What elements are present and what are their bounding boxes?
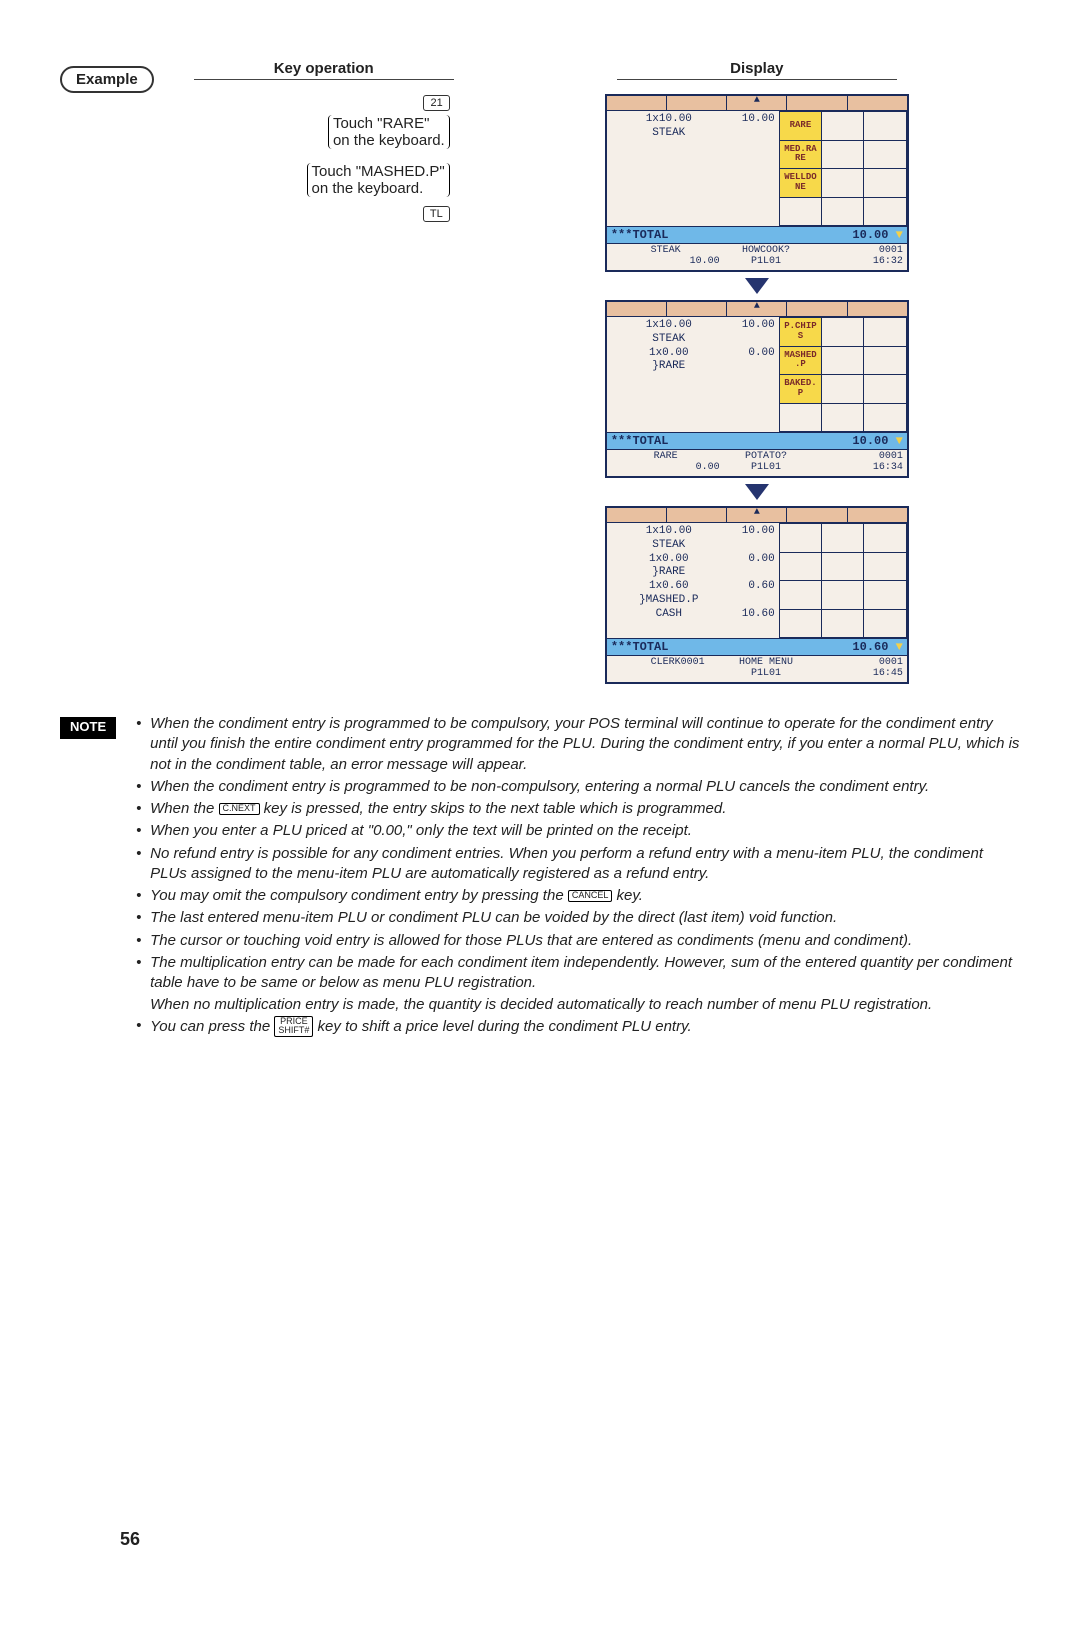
- screen-key[interactable]: BAKED.P: [780, 375, 821, 403]
- receipt-line: 1x10.0010.00: [611, 525, 775, 539]
- screen-key[interactable]: RARE: [780, 112, 821, 140]
- note-badge: NOTE: [60, 717, 116, 739]
- screen-key: [822, 198, 863, 226]
- screen-key: [780, 524, 821, 552]
- screen-key: [864, 141, 905, 169]
- key-21[interactable]: 21: [423, 95, 449, 111]
- pos-screen: 1x10.0010.00STEAK1x0.000.00}RARE1x0.600.…: [605, 506, 909, 684]
- screen-key: [780, 198, 821, 226]
- screen-key[interactable]: MASHED.P: [780, 347, 821, 375]
- screen-key: [780, 553, 821, 581]
- screen-key: [822, 375, 863, 403]
- receipt-line: }RARE: [611, 566, 775, 580]
- note-item: When the condiment entry is programmed t…: [150, 777, 1020, 797]
- pos-screen: 1x10.0010.00STEAK RAREMED.RAREWELLDONE ***…: [605, 94, 909, 272]
- receipt-line: 1x0.600.60: [611, 580, 775, 594]
- status-bar: RARE 0.00POTATO? P1L010001 16:34: [607, 450, 907, 476]
- note-item: When the C.NEXT key is pressed, the entr…: [150, 799, 1020, 819]
- screen-key: [822, 404, 863, 432]
- screen-key: [780, 581, 821, 609]
- receipt-line: 1x0.000.00: [611, 347, 775, 361]
- screen-key: [822, 610, 863, 638]
- receipt-line: 1x10.0010.00: [611, 319, 775, 333]
- status-bar: STEAK 10.00HOWCOOK? P1L010001 16:32: [607, 244, 907, 270]
- keyop-line: on the keyboard.: [312, 180, 445, 197]
- arrow-down-icon: [745, 484, 769, 500]
- receipt-line: }RARE: [611, 360, 775, 374]
- cancel-key: CANCEL: [568, 890, 613, 902]
- screen-key: [822, 112, 863, 140]
- note-item: You can press the PRICESHIFT# key to shi…: [150, 1016, 1020, 1038]
- total-bar: ***TOTAL10.00 ▼: [607, 226, 907, 244]
- screen-key[interactable]: WELLDONE: [780, 169, 821, 197]
- screen-key: [822, 581, 863, 609]
- keyop-line: Touch "RARE": [333, 115, 445, 132]
- arrow-down-icon: [745, 278, 769, 294]
- receipt-line: STEAK: [611, 539, 775, 553]
- page-number: 56: [120, 1529, 140, 1550]
- screen-key: [822, 347, 863, 375]
- screen-key: [864, 404, 905, 432]
- receipt-line: STEAK: [611, 127, 775, 141]
- note-item: The multiplication entry can be made for…: [150, 953, 1020, 994]
- screen-key: [780, 610, 821, 638]
- receipt-line: }MASHED.P: [611, 594, 775, 608]
- screen-key: [864, 198, 905, 226]
- screen-key: [864, 553, 905, 581]
- keyop-heading: Key operation: [194, 60, 454, 80]
- keyop-line: Touch "MASHED.P": [312, 163, 445, 180]
- key-tl[interactable]: TL: [423, 206, 450, 222]
- keyop-line: on the keyboard.: [333, 132, 445, 149]
- screen-key: [780, 404, 821, 432]
- screen-key: [864, 610, 905, 638]
- price-shift-key: PRICESHIFT#: [274, 1016, 313, 1038]
- display-heading: Display: [617, 60, 897, 80]
- receipt-line: STEAK: [611, 333, 775, 347]
- screen-key: [864, 375, 905, 403]
- screen-key: [822, 553, 863, 581]
- screen-key: [822, 524, 863, 552]
- screen-key: [864, 581, 905, 609]
- example-badge: Example: [60, 66, 154, 93]
- note-list: •When the condiment entry is programmed …: [136, 714, 1020, 1039]
- screen-key: [864, 347, 905, 375]
- pos-screen: 1x10.0010.00STEAK1x0.000.00}RARE P.CHIPSM…: [605, 300, 909, 478]
- screen-key: [864, 169, 905, 197]
- note-item: The last entered menu-item PLU or condim…: [150, 908, 1020, 928]
- receipt-line: 1x10.0010.00: [611, 113, 775, 127]
- cnext-key: C.NEXT: [219, 803, 260, 815]
- screen-key[interactable]: P.CHIPS: [780, 318, 821, 346]
- screen-key: [864, 318, 905, 346]
- note-item: When you enter a PLU priced at "0.00," o…: [150, 821, 1020, 841]
- note-item: No refund entry is possible for any cond…: [150, 844, 1020, 885]
- screen-key: [822, 318, 863, 346]
- note-item: You may omit the compulsory condiment en…: [150, 886, 1020, 906]
- note-item-cont: When no multiplication entry is made, th…: [150, 995, 1020, 1015]
- note-item: The cursor or touching void entry is all…: [150, 931, 1020, 951]
- total-bar: ***TOTAL10.60 ▼: [607, 638, 907, 656]
- screen-key: [822, 141, 863, 169]
- receipt-line: CASH10.60: [611, 608, 775, 622]
- total-bar: ***TOTAL10.00 ▼: [607, 432, 907, 450]
- screen-key[interactable]: MED.RARE: [780, 141, 821, 169]
- status-bar: CLERK0001HOME MENU P1L010001 16:45: [607, 656, 907, 682]
- screen-key: [864, 524, 905, 552]
- screen-key: [864, 112, 905, 140]
- receipt-line: 1x0.000.00: [611, 553, 775, 567]
- note-item: When the condiment entry is programmed t…: [150, 714, 1020, 775]
- screen-key: [822, 169, 863, 197]
